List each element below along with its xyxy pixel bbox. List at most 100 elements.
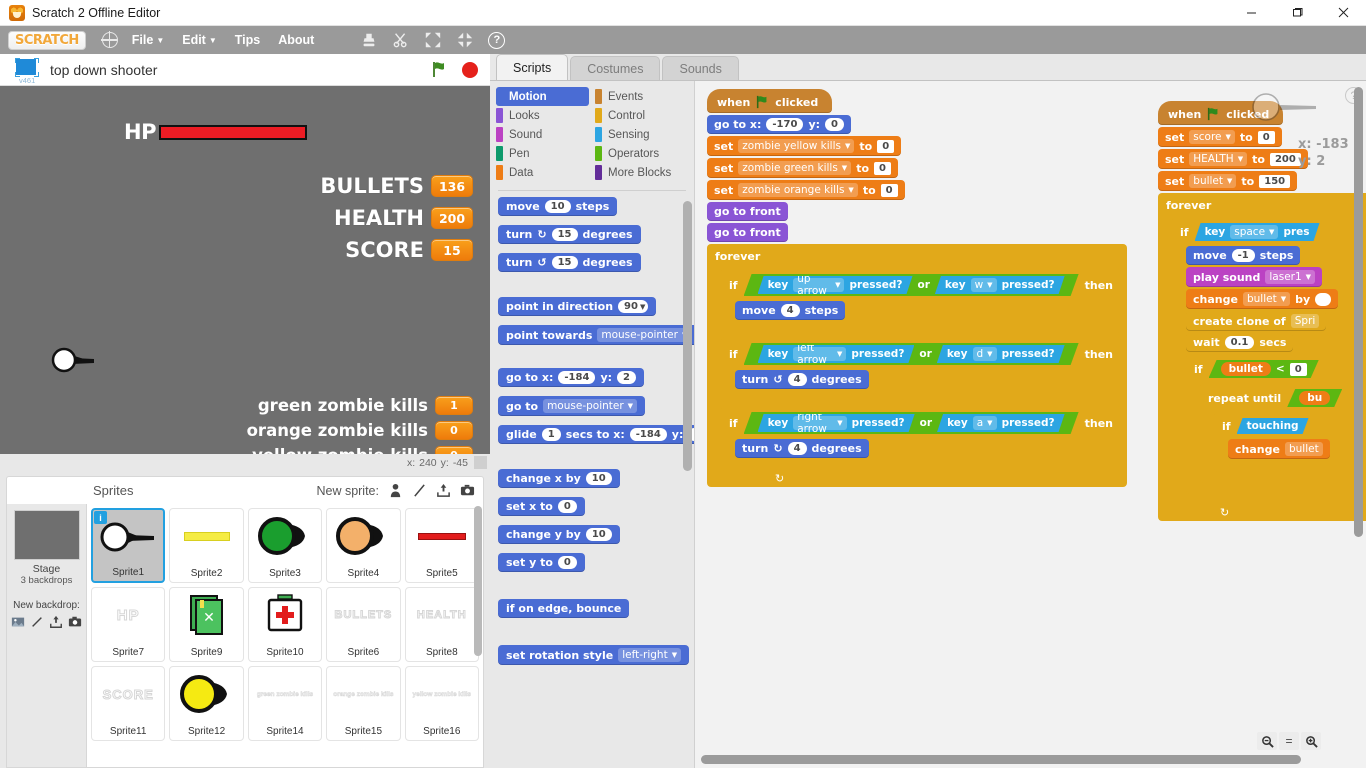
block-if-touching[interactable]: if touching change bullet	[1214, 412, 1366, 472]
block-if-right-or-a[interactable]: if key right arrow ▼ pressed? or key a ▼…	[721, 406, 1121, 471]
player-sprite[interactable]	[50, 344, 96, 376]
palette-block-change-y[interactable]: change y by 10	[498, 525, 620, 544]
block-dropdown[interactable]: bullet ▼	[1189, 174, 1237, 188]
paint-icon[interactable]	[30, 615, 44, 629]
category-operators[interactable]: Operators	[595, 144, 688, 163]
grow-icon[interactable]	[424, 31, 442, 49]
category-sound[interactable]: Sound	[496, 125, 589, 144]
zoom-in-button[interactable]	[1301, 732, 1321, 750]
operator-condition[interactable]: bu	[1287, 389, 1342, 407]
block-repeat-until[interactable]: repeat until bu if touching change bulle…	[1200, 383, 1366, 483]
upload-icon[interactable]	[49, 615, 63, 629]
block-move-neg1-steps[interactable]: move -1 steps	[1186, 246, 1301, 265]
upload-icon[interactable]	[436, 483, 451, 498]
palette-block-move[interactable]: move 10 steps	[498, 197, 618, 216]
block-when-flag-clicked[interactable]: when clicked	[707, 89, 833, 113]
camera-icon[interactable]	[68, 615, 82, 629]
block-input-y[interactable]: 0	[825, 118, 844, 131]
block-wait-secs[interactable]: wait 0.1 secs	[1186, 333, 1294, 352]
block-input-secs[interactable]: 1	[541, 428, 561, 441]
block-dropdown[interactable]: mouse-pointer▼	[543, 399, 638, 413]
minimize-button[interactable]	[1228, 0, 1274, 26]
canvas-vertical-scrollbar[interactable]	[1354, 87, 1363, 537]
palette-block-glide[interactable]: glide 1 secs to x: -184 y: 2	[498, 425, 694, 444]
sprite-cell-sprite12[interactable]: Sprite12	[169, 666, 244, 741]
palette-block-change-x[interactable]: change x by 10	[498, 469, 620, 488]
close-button[interactable]	[1320, 0, 1366, 26]
block-input[interactable]: 200	[1269, 152, 1301, 166]
menu-about[interactable]: About	[278, 33, 314, 47]
menu-tips[interactable]: Tips	[235, 33, 260, 47]
block-dropdown[interactable]: up arrow ▼	[793, 278, 844, 292]
block-dropdown[interactable]: zombie yellow kills ▼	[738, 139, 855, 153]
block-dropdown[interactable]: zombie orange kills ▼	[738, 183, 858, 197]
block-go-to-front-2[interactable]: go to front	[707, 223, 788, 242]
block-input[interactable]: 150	[1259, 174, 1291, 188]
block-input[interactable]: 15	[551, 228, 578, 241]
block-key-pressed[interactable]: key d ▼ pressed?	[937, 345, 1065, 363]
block-change-bullet[interactable]: change bullet ▼ by	[1186, 289, 1339, 309]
block-set-zombie-green-kills[interactable]: set zombie green kills ▼ to 0	[707, 158, 898, 178]
palette-block-turn-cw[interactable]: turn ↻ 15 degrees	[498, 225, 641, 244]
block-input[interactable]: 0	[1257, 130, 1275, 144]
palette-block-goto-target[interactable]: go to mouse-pointer ▼	[498, 396, 646, 416]
palette-scrollbar[interactable]	[683, 201, 692, 471]
sprite-cell-sprite14[interactable]: green zombie kills Sprite14	[247, 666, 323, 741]
block-dropdown[interactable]: HEALTH ▼	[1189, 152, 1248, 166]
tab-costumes[interactable]: Costumes	[570, 56, 661, 80]
block-turn-cw-4[interactable]: turn ↻ 4 degrees	[735, 439, 869, 458]
block-input[interactable]: 0	[874, 161, 891, 175]
block-input-y[interactable]: 2	[617, 371, 636, 384]
block-move-4-steps[interactable]: move 4 steps	[735, 301, 846, 320]
menu-file[interactable]: File ▼	[132, 33, 164, 47]
zoom-reset-button[interactable]: =	[1279, 732, 1299, 750]
block-dropdown[interactable]: left-right ▼	[618, 648, 682, 662]
block-dropdown[interactable]: w ▼	[971, 278, 997, 292]
block-go-to-front-1[interactable]: go to front	[707, 202, 788, 221]
sprite-cell-sprite16[interactable]: yellow zombie kills Sprite16	[404, 666, 479, 741]
block-set-zombie-yellow-kills[interactable]: set zombie yellow kills ▼ to 0	[707, 136, 902, 156]
palette-block-if-on-edge-bounce[interactable]: if on edge, bounce	[498, 599, 630, 618]
category-looks[interactable]: Looks	[496, 106, 589, 125]
sprite-cell-sprite11[interactable]: SCORE Sprite11	[91, 666, 166, 741]
block-input[interactable]: 0	[557, 556, 577, 569]
block-input[interactable]: 0	[557, 500, 577, 513]
variable-bullet[interactable]: bu	[1299, 391, 1330, 405]
sprite-cell-sprite10[interactable]: Sprite10	[247, 587, 323, 662]
paint-icon[interactable]	[412, 483, 427, 498]
block-input[interactable]: 4	[787, 442, 807, 455]
block-dropdown[interactable]: 90 ▼	[618, 300, 649, 313]
camera-icon[interactable]	[460, 483, 475, 498]
block-turn-ccw-4[interactable]: turn ↺ 4 degrees	[735, 370, 869, 389]
block-key-pressed[interactable]: key space ▼ pres	[1195, 223, 1320, 241]
block-dropdown[interactable]: space ▼	[1230, 225, 1278, 239]
maximize-button[interactable]	[1274, 0, 1320, 26]
menu-edit[interactable]: Edit ▼	[182, 33, 217, 47]
block-input[interactable]: 0	[877, 139, 895, 153]
scissors-icon[interactable]	[392, 31, 410, 49]
block-touching[interactable]: touching	[1237, 418, 1309, 434]
block-input-x[interactable]: -184	[629, 428, 667, 441]
sprite-cell-sprite1[interactable]: i Sprite1	[91, 508, 166, 583]
block-set-bullet[interactable]: set bullet ▼ to 150	[1158, 171, 1298, 191]
sprite-cell-sprite7[interactable]: HP Sprite7	[91, 587, 166, 662]
block-input-x[interactable]: -184	[558, 371, 596, 384]
stage-canvas[interactable]: HP BULLETS 136 HEALTH 200 SCORE 15 green…	[0, 86, 490, 454]
library-icon[interactable]	[11, 615, 25, 629]
sprite-cell-sprite15[interactable]: orange zombie kills Sprite15	[326, 666, 401, 741]
block-dropdown[interactable]: score ▼	[1189, 130, 1235, 144]
block-forever[interactable]: forever if key space ▼ pres move -1 step…	[1158, 193, 1366, 521]
sprite-cell-sprite9[interactable]: ✕ Sprite9	[169, 587, 244, 662]
tab-sounds[interactable]: Sounds	[662, 56, 739, 80]
shrink-icon[interactable]	[456, 31, 474, 49]
palette-block-set-rotation-style[interactable]: set rotation style left-right ▼	[498, 645, 690, 665]
operator-less-than[interactable]: bullet < 0	[1209, 360, 1319, 378]
stamp-icon[interactable]	[360, 31, 378, 49]
block-input[interactable]: 10	[585, 528, 612, 541]
block-input[interactable]: 0.1	[1224, 336, 1255, 349]
block-goto-xy[interactable]: go to x: -170 y: 0	[707, 115, 851, 134]
block-input[interactable]	[1315, 292, 1332, 306]
sprite-grid-scrollbar[interactable]	[474, 506, 482, 656]
block-key-pressed[interactable]: key left arrow ▼ pressed?	[758, 345, 915, 363]
resize-grabber[interactable]	[474, 456, 487, 469]
